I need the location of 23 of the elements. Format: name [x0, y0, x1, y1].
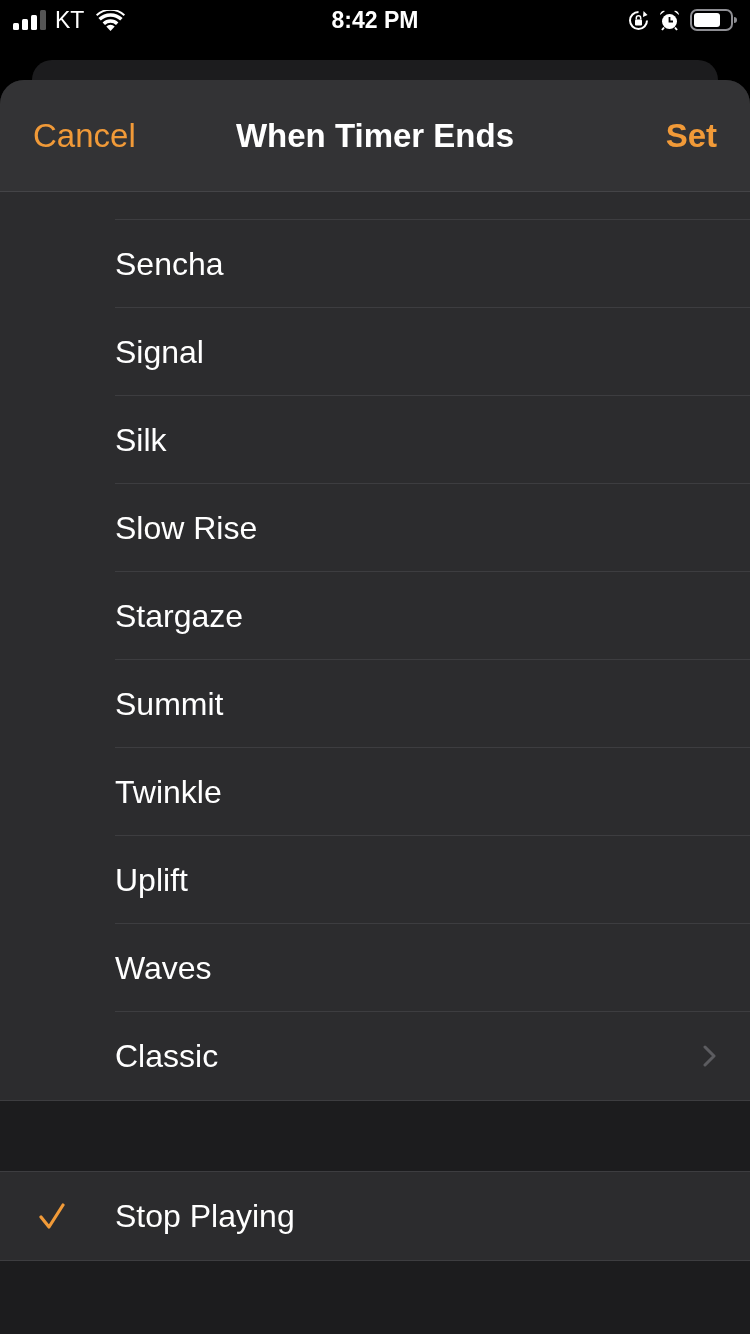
set-button[interactable]: Set	[665, 119, 717, 152]
cancel-button[interactable]: Cancel	[33, 119, 136, 152]
list-item[interactable]: Sencha	[0, 220, 750, 308]
wifi-icon	[96, 9, 126, 31]
list-item[interactable]: Signal	[0, 308, 750, 396]
list-item[interactable]: Stargaze	[0, 572, 750, 660]
list-item[interactable]: Classic	[0, 1012, 750, 1100]
list-item[interactable]: Uplift	[0, 836, 750, 924]
carrier-name: KT	[55, 8, 85, 32]
list-item[interactable]: Summit	[0, 660, 750, 748]
alarm-clock-icon	[659, 9, 680, 31]
signal-icon	[13, 10, 46, 30]
list-item[interactable]: Waves	[0, 924, 750, 1012]
chevron-right-icon	[703, 1045, 716, 1067]
orientation-lock-icon	[628, 9, 649, 31]
list-item[interactable]: Twinkle	[0, 748, 750, 836]
list-item[interactable]: Stop Playing	[0, 1172, 750, 1260]
list-item[interactable]: Slow Rise	[0, 484, 750, 572]
checkmark-icon	[39, 1203, 65, 1229]
sheet-title: When Timer Ends	[235, 119, 515, 152]
status-time: 8:42 PM	[331, 8, 419, 32]
list-item[interactable]: Silk	[0, 396, 750, 484]
battery-icon	[690, 9, 737, 31]
